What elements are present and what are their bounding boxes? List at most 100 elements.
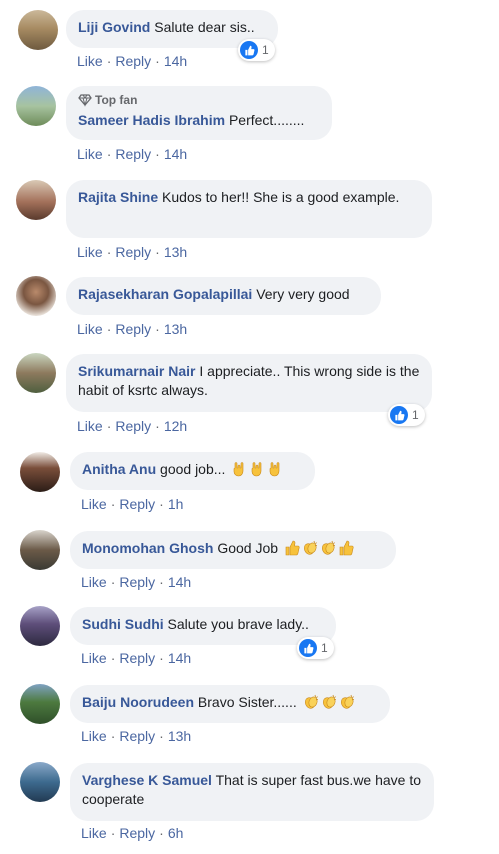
reply-link[interactable]: Reply xyxy=(115,321,151,337)
clapping-hands-icon xyxy=(322,694,336,709)
comment-actions: Like · Reply · 13h xyxy=(77,244,187,260)
reaction-count[interactable]: 1 xyxy=(238,39,275,61)
comment-author[interactable]: Anitha Anu xyxy=(82,461,156,477)
timestamp[interactable]: 1h xyxy=(168,496,184,512)
like-link[interactable]: Like xyxy=(81,650,107,666)
comment-actions: Like · Reply · 14h xyxy=(81,650,191,666)
separator: · xyxy=(106,244,112,260)
timestamp[interactable]: 14h xyxy=(168,650,191,666)
separator: · xyxy=(159,728,164,744)
avatar[interactable] xyxy=(20,452,60,492)
rock-hand-icon xyxy=(234,462,244,477)
reply-link[interactable]: Reply xyxy=(119,825,155,841)
separator: · xyxy=(155,244,160,260)
separator: · xyxy=(159,825,164,841)
timestamp[interactable]: 14h xyxy=(168,574,191,590)
reply-link[interactable]: Reply xyxy=(115,146,151,162)
top-fan-label: Top fan xyxy=(95,93,138,107)
comment-author[interactable]: Varghese K Samuel xyxy=(82,772,212,788)
clapping-hands-icon xyxy=(321,540,335,555)
separator: · xyxy=(159,496,164,512)
comment-actions: Like · Reply · 13h xyxy=(77,321,187,337)
reaction-count[interactable]: 1 xyxy=(388,404,425,426)
comment-text: Salute dear sis.. xyxy=(154,19,255,35)
separator: · xyxy=(155,53,160,69)
comment-actions: Like · Reply · 13h xyxy=(81,728,191,744)
separator: · xyxy=(110,496,116,512)
like-link[interactable]: Like xyxy=(77,53,103,69)
reply-link[interactable]: Reply xyxy=(115,244,151,260)
avatar[interactable] xyxy=(16,276,56,316)
separator: · xyxy=(159,574,164,590)
avatar[interactable] xyxy=(20,762,60,802)
avatar[interactable] xyxy=(20,684,60,724)
avatar[interactable] xyxy=(18,10,58,50)
clapping-hands-icon xyxy=(303,540,317,555)
like-link[interactable]: Like xyxy=(77,418,103,434)
comment-author[interactable]: Srikumarnair Nair xyxy=(78,363,196,379)
avatar[interactable] xyxy=(20,530,60,570)
comment-bubble: Varghese K Samuel That is super fast bus… xyxy=(70,763,434,821)
comment-author[interactable]: Monomohan Ghosh xyxy=(82,540,213,556)
comment-bubble: Srikumarnair Nair I appreciate.. This wr… xyxy=(66,354,432,412)
separator: · xyxy=(110,574,116,590)
comment-actions: Like · Reply · 14h xyxy=(77,53,187,69)
thumbs-up-icon xyxy=(285,540,300,556)
comment-text: Kudos to her!! She is a good example. xyxy=(162,189,400,205)
comment-text: Bravo Sister...... xyxy=(197,694,297,710)
like-link[interactable]: Like xyxy=(81,496,107,512)
separator: · xyxy=(155,146,160,162)
like-reaction-icon xyxy=(390,406,408,424)
timestamp[interactable]: 13h xyxy=(164,321,187,337)
reply-link[interactable]: Reply xyxy=(119,496,155,512)
comment-actions: Like · Reply · 6h xyxy=(81,825,183,841)
like-link[interactable]: Like xyxy=(81,574,107,590)
avatar[interactable] xyxy=(16,180,56,220)
comment-author[interactable]: Baiju Noorudeen xyxy=(82,694,194,710)
separator: · xyxy=(110,825,116,841)
reaction-count[interactable]: 1 xyxy=(297,637,334,659)
reply-link[interactable]: Reply xyxy=(119,574,155,590)
comment-author[interactable]: Rajita Shine xyxy=(78,189,158,205)
comment-bubble: Sudhi Sudhi Salute you brave lady.. xyxy=(70,607,336,645)
timestamp[interactable]: 14h xyxy=(164,146,187,162)
reaction-number: 1 xyxy=(412,408,419,422)
reply-link[interactable]: Reply xyxy=(119,650,155,666)
comment-author[interactable]: Liji Govind xyxy=(78,19,150,35)
timestamp[interactable]: 6h xyxy=(168,825,184,841)
timestamp[interactable]: 14h xyxy=(164,53,187,69)
reply-link[interactable]: Reply xyxy=(115,53,151,69)
comment-text: Very very good xyxy=(256,286,350,302)
top-fan-badge: Top fan xyxy=(78,92,320,108)
reaction-number: 1 xyxy=(262,43,269,57)
reply-link[interactable]: Reply xyxy=(119,728,155,744)
timestamp[interactable]: 13h xyxy=(168,728,191,744)
avatar[interactable] xyxy=(16,353,56,393)
like-link[interactable]: Like xyxy=(77,244,103,260)
comment-author[interactable]: Sameer Hadis Ibrahim xyxy=(78,112,225,128)
like-link[interactable]: Like xyxy=(77,321,103,337)
comment-actions: Like · Reply · 12h xyxy=(77,418,187,434)
comment-author[interactable]: Sudhi Sudhi xyxy=(82,616,164,632)
avatar[interactable] xyxy=(16,86,56,126)
separator: · xyxy=(110,728,116,744)
comment-bubble: Rajasekharan Gopalapillai Very very good xyxy=(66,277,381,315)
comment-text: Salute you brave lady.. xyxy=(167,616,309,632)
separator: · xyxy=(155,418,160,434)
like-link[interactable]: Like xyxy=(81,728,107,744)
separator: · xyxy=(106,418,112,434)
comment-actions: Like · Reply · 14h xyxy=(81,574,191,590)
comment-bubble: Top fan Sameer Hadis Ibrahim Perfect....… xyxy=(66,86,332,140)
like-link[interactable]: Like xyxy=(77,146,103,162)
reply-link[interactable]: Reply xyxy=(115,418,151,434)
comment-bubble: Baiju Noorudeen Bravo Sister...... xyxy=(70,685,390,723)
thumbs-up-icon xyxy=(339,540,354,556)
like-link[interactable]: Like xyxy=(81,825,107,841)
separator: · xyxy=(155,321,160,337)
timestamp[interactable]: 12h xyxy=(164,418,187,434)
comment-author[interactable]: Rajasekharan Gopalapillai xyxy=(78,286,252,302)
avatar[interactable] xyxy=(20,606,60,646)
timestamp[interactable]: 13h xyxy=(164,244,187,260)
comment-bubble: Rajita Shine Kudos to her!! She is a goo… xyxy=(66,180,432,238)
comment-text: Good Job xyxy=(217,540,279,556)
